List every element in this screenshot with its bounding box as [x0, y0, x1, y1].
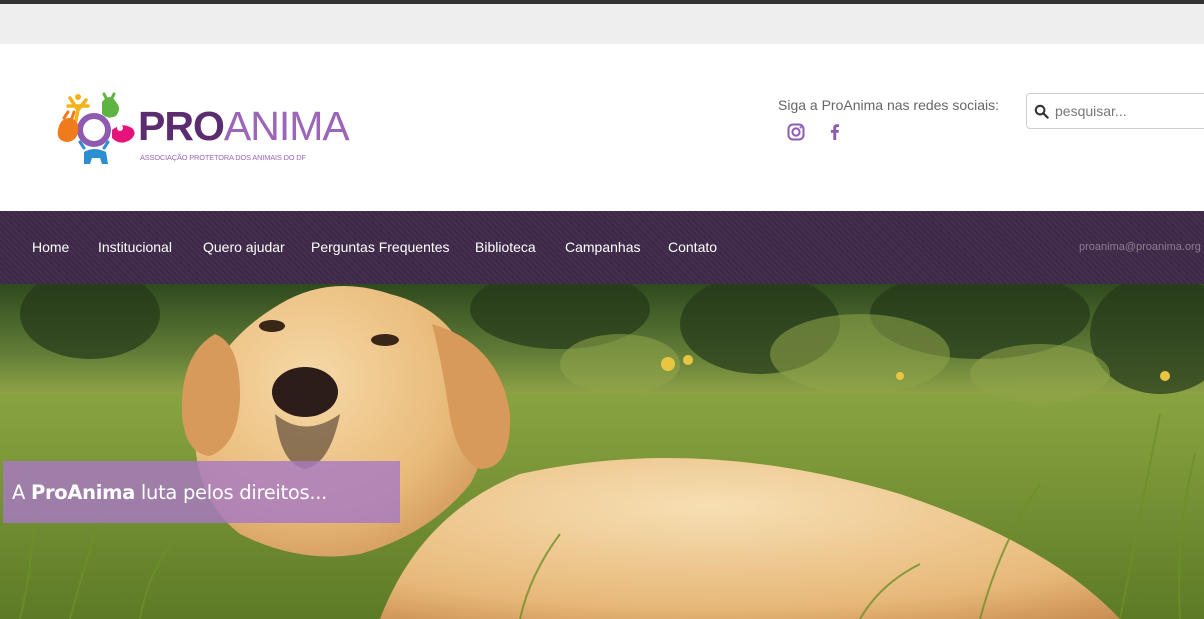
contact-email[interactable]: proanima@proanima.org: [1079, 241, 1201, 253]
brand-anima: ANIMA: [223, 103, 350, 149]
nav-item-institucional[interactable]: Institucional: [98, 239, 172, 255]
search-icon: [1034, 104, 1049, 119]
brand-name: PROANIMA: [138, 103, 350, 149]
brand-subtitle: ASSOCIAÇÃO PROTETORA DOS ANIMAIS DO DF: [140, 153, 306, 162]
nav-item-biblioteca[interactable]: Biblioteca: [475, 239, 536, 255]
hero-caption-text: A ProAnima luta pelos direitos...: [12, 481, 327, 504]
nav-item-quero-ajudar[interactable]: Quero ajudar: [203, 239, 285, 255]
brand-pro: PRO: [138, 103, 225, 149]
caption-brand: ProAnima: [30, 481, 135, 504]
search-box[interactable]: [1026, 93, 1204, 129]
caption-suffix: luta pelos direitos...: [135, 481, 328, 504]
site-logo[interactable]: PROANIMA ASSOCIAÇÃO PROTETORA DOS ANIMAI…: [54, 90, 350, 172]
hero-caption: A ProAnima luta pelos direitos...: [3, 461, 400, 523]
instagram-icon[interactable]: [786, 122, 806, 142]
top-bar: [0, 4, 1204, 44]
hero-image-labrador: [0, 284, 1204, 619]
site-header: PROANIMA ASSOCIAÇÃO PROTETORA DOS ANIMAI…: [0, 44, 1204, 211]
nav-item-home[interactable]: Home: [32, 239, 69, 255]
search-input[interactable]: [1055, 99, 1204, 123]
main-navigation: Home Institucional Quero ajudar Pergunta…: [0, 211, 1204, 284]
social-label: Siga a ProAnima nas redes sociais:: [778, 97, 999, 113]
hero-slider: A ProAnima luta pelos direitos...: [0, 284, 1204, 619]
nav-item-campanhas[interactable]: Campanhas: [565, 239, 641, 255]
facebook-icon[interactable]: [825, 122, 845, 142]
caption-prefix: A: [12, 481, 31, 504]
nav-item-contato[interactable]: Contato: [668, 239, 717, 255]
nav-item-perguntas-frequentes[interactable]: Perguntas Frequentes: [311, 239, 450, 255]
animals-logo-icon: [57, 92, 135, 164]
